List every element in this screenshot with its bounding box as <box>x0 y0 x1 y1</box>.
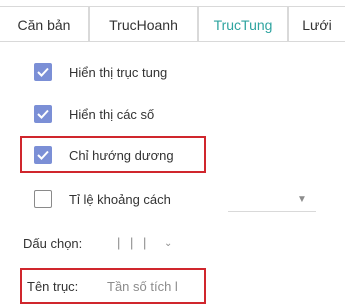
tab-can-ban[interactable]: Căn bản <box>0 6 89 42</box>
distance-ratio-select[interactable] <box>228 211 316 212</box>
option-label: Tỉ lệ khoảng cách <box>69 191 171 207</box>
option-positive-direction-only[interactable]: Chỉ hướng dương <box>34 145 174 165</box>
tab-divider <box>0 41 345 42</box>
option-show-numbers[interactable]: Hiển thị các số <box>34 104 154 124</box>
option-label: Hiển thị các số <box>69 106 155 122</box>
marker-label: Dấu chọn: <box>23 236 83 251</box>
axis-name-input[interactable]: Tần số tích l <box>107 279 178 294</box>
checkbox[interactable] <box>34 146 52 164</box>
checkbox[interactable] <box>34 190 52 208</box>
check-icon <box>37 67 49 77</box>
option-label: Hiển thị trục tung <box>69 64 168 80</box>
chevron-down-icon[interactable]: ⌄ <box>164 238 172 249</box>
option-distance-ratio[interactable]: Tỉ lệ khoảng cách <box>34 189 171 209</box>
tab-bar: Căn bản TrucHoanh TrucTung Lưới <box>0 0 345 42</box>
checkbox[interactable] <box>34 63 52 81</box>
marker-select-value[interactable]: | | | <box>117 235 149 250</box>
axis-name-label: Tên trục: <box>27 279 79 294</box>
check-icon <box>37 150 49 160</box>
option-label: Chỉ hướng dương <box>69 147 174 163</box>
tab-luoi[interactable]: Lưới <box>288 6 345 42</box>
option-show-y-axis[interactable]: Hiển thị trục tung <box>34 62 167 82</box>
tab-truc-hoanh[interactable]: TrucHoanh <box>89 6 198 42</box>
checkbox[interactable] <box>34 105 52 123</box>
tab-truc-tung[interactable]: TrucTung <box>198 6 288 42</box>
chevron-down-icon[interactable]: ▼ <box>297 194 307 205</box>
check-icon <box>37 109 49 119</box>
